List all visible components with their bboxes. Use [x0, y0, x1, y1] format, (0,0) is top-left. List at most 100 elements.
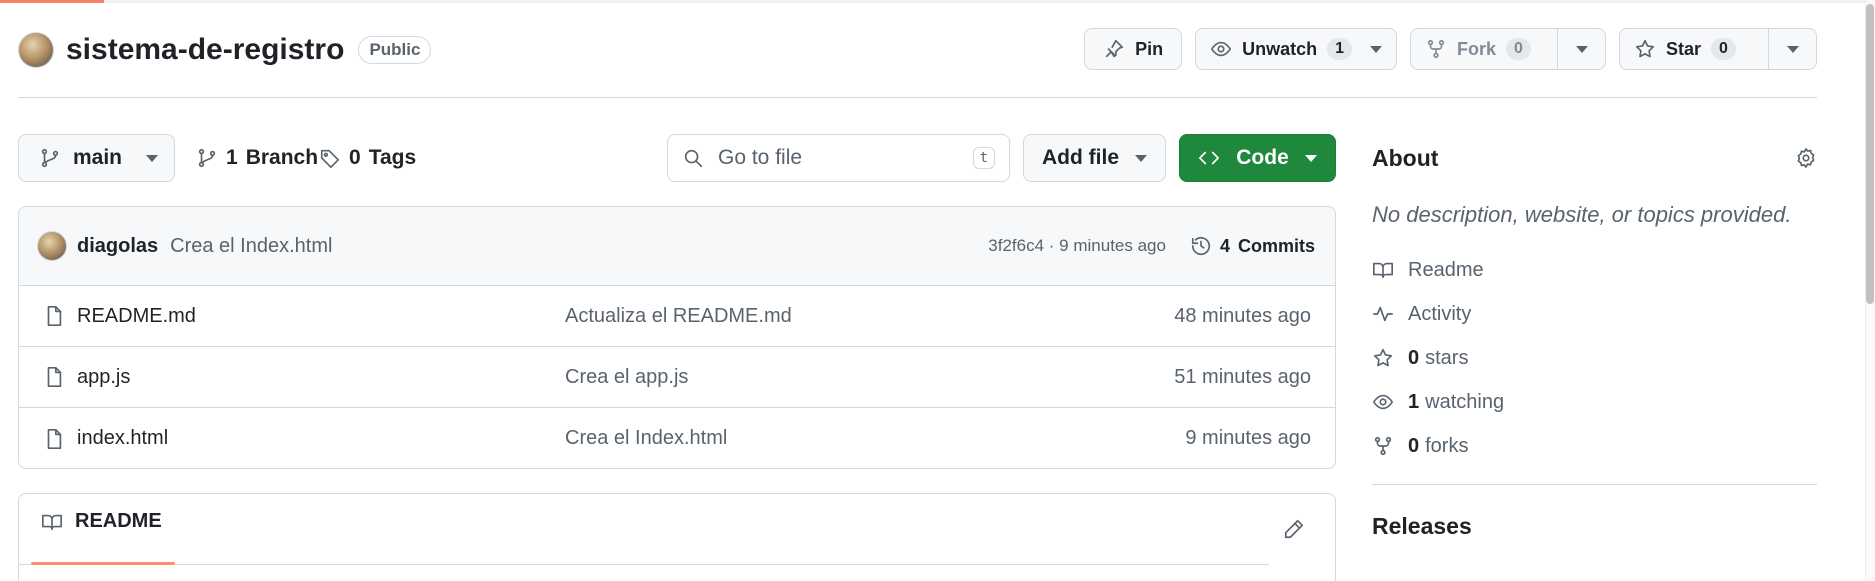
sidebar-item-watching[interactable]: 1 watching [1372, 380, 1817, 424]
branch-icon [198, 148, 216, 168]
file-age: 48 minutes ago [1174, 304, 1311, 327]
about-description: No description, website, or topics provi… [1372, 202, 1792, 227]
eye-icon [1211, 41, 1232, 57]
about-links: Readme Activity 0 stars 1 watching 0 forks [1372, 248, 1817, 468]
pin-icon [1105, 39, 1124, 58]
unwatch-button[interactable]: Unwatch 1 [1195, 28, 1397, 70]
gear-icon[interactable] [1795, 147, 1817, 169]
table-row[interactable]: README.md Actualiza el README.md 48 minu… [19, 286, 1335, 347]
branch-bar: main 1 Branch 0 Tags Go to file t Add fi… [18, 134, 1336, 182]
active-tab-indicator [31, 562, 175, 565]
add-file-button[interactable]: Add file [1023, 134, 1166, 182]
readme-tab-label: README [75, 510, 162, 532]
table-row[interactable]: app.js Crea el app.js 51 minutes ago [19, 347, 1335, 408]
fork-icon [1427, 39, 1445, 59]
repo-header: sistema-de-registro Public Pin Unwatch 1… [18, 28, 1817, 98]
owner-avatar[interactable] [18, 32, 54, 68]
caret-down-icon [1786, 45, 1799, 53]
star-counter: 0 [1711, 38, 1736, 60]
commits-count: 4 [1219, 235, 1230, 256]
fork-label: Fork [1457, 38, 1497, 59]
pin-button[interactable]: Pin [1084, 28, 1183, 70]
sidebar-item-label: stars [1425, 346, 1469, 369]
commit-author-avatar[interactable] [37, 231, 67, 261]
about-header: About [1372, 134, 1817, 182]
table-row[interactable]: index.html Crea el Index.html 9 minutes … [19, 408, 1335, 468]
commits-label: Commits [1237, 235, 1315, 256]
caret-down-icon [1370, 45, 1382, 53]
repo-name-link[interactable]: sistema-de-registro [66, 33, 344, 67]
unwatch-label: Unwatch [1242, 38, 1318, 59]
watch-counter: 1 [1327, 38, 1352, 60]
star-icon [1373, 348, 1393, 367]
tags-count: 0 [349, 146, 361, 169]
branch-selector[interactable]: main [18, 134, 175, 182]
scrollbar-thumb[interactable] [1866, 4, 1874, 304]
repo-actions: Pin Unwatch 1 Fork 0 Star 0 [1084, 28, 1817, 70]
file-name[interactable]: app.js [77, 366, 565, 389]
file-name[interactable]: index.html [77, 427, 565, 450]
watching-count: 1 [1408, 390, 1420, 413]
file-icon [47, 428, 62, 449]
commit-message[interactable]: Crea el Index.html [170, 235, 988, 258]
sidebar-item-label: Readme [1408, 258, 1484, 281]
branch-icon [41, 148, 59, 168]
star-icon [1635, 39, 1655, 58]
commit-meta[interactable]: 3f2f6c4 · 9 minutes ago [988, 236, 1166, 256]
sidebar-item-readme[interactable]: Readme [1372, 248, 1817, 292]
stars-count: 0 [1408, 346, 1420, 369]
history-icon [1191, 237, 1211, 256]
sidebar-divider [1372, 484, 1817, 485]
eye-icon [1373, 394, 1393, 410]
sidebar-item-label: Activity [1408, 302, 1472, 325]
caret-down-icon [1305, 154, 1317, 162]
sidebar-item-stars[interactable]: 0 stars [1372, 336, 1817, 380]
fork-button[interactable]: Fork 0 [1410, 28, 1606, 70]
branch-name: main [73, 146, 123, 169]
about-title: About [1372, 144, 1439, 171]
book-icon [1373, 262, 1393, 279]
go-to-file-placeholder: Go to file [718, 146, 803, 169]
watch-dropdown[interactable] [1366, 29, 1396, 69]
star-label: Star [1666, 38, 1702, 59]
file-commit-message[interactable]: Crea el Index.html [565, 427, 1185, 450]
tags-label: Tags [368, 146, 417, 169]
file-name[interactable]: README.md [77, 305, 565, 328]
sidebar-item-label: watching [1425, 390, 1505, 413]
about-sidebar: About No description, website, or topics… [1372, 134, 1817, 540]
star-dropdown[interactable] [1768, 29, 1816, 69]
sidebar-item-activity[interactable]: Activity [1372, 292, 1817, 336]
book-icon [42, 514, 62, 530]
file-icon [47, 367, 62, 387]
commits-history-link[interactable]: 4 Commits [1190, 235, 1315, 257]
pulse-icon [1373, 306, 1393, 322]
edit-pencil-icon[interactable] [1283, 518, 1305, 540]
branches-count: 1 [226, 146, 238, 169]
tab-readme[interactable]: README [41, 510, 162, 533]
scrollbar[interactable] [1865, 0, 1875, 581]
sidebar-item-label: forks [1425, 434, 1469, 457]
branches-link[interactable]: 1 Branch [196, 134, 318, 182]
code-icon [1199, 151, 1219, 165]
star-button[interactable]: Star 0 [1619, 28, 1817, 70]
file-age: 51 minutes ago [1174, 365, 1311, 388]
branches-label: Branch [245, 146, 319, 169]
tab-divider [19, 564, 31, 565]
commit-author[interactable]: diagolas [77, 235, 158, 258]
releases-heading[interactable]: Releases [1372, 513, 1817, 540]
caret-down-icon [1135, 154, 1147, 162]
tags-link[interactable]: 0 Tags [319, 134, 416, 182]
tag-icon [320, 149, 340, 168]
visibility-badge: Public [358, 36, 432, 64]
sidebar-item-forks[interactable]: 0 forks [1372, 424, 1817, 468]
fork-counter: 0 [1506, 38, 1531, 60]
code-button[interactable]: Code [1179, 134, 1336, 182]
caret-down-icon [146, 154, 159, 162]
file-commit-message[interactable]: Actualiza el README.md [565, 305, 1174, 328]
go-to-file-input[interactable]: Go to file t [667, 134, 1010, 182]
file-age: 9 minutes ago [1185, 427, 1311, 449]
caret-down-icon [1575, 45, 1588, 53]
fork-dropdown[interactable] [1557, 29, 1605, 69]
add-file-label: Add file [1042, 146, 1119, 169]
file-commit-message[interactable]: Crea el app.js [565, 366, 1174, 389]
